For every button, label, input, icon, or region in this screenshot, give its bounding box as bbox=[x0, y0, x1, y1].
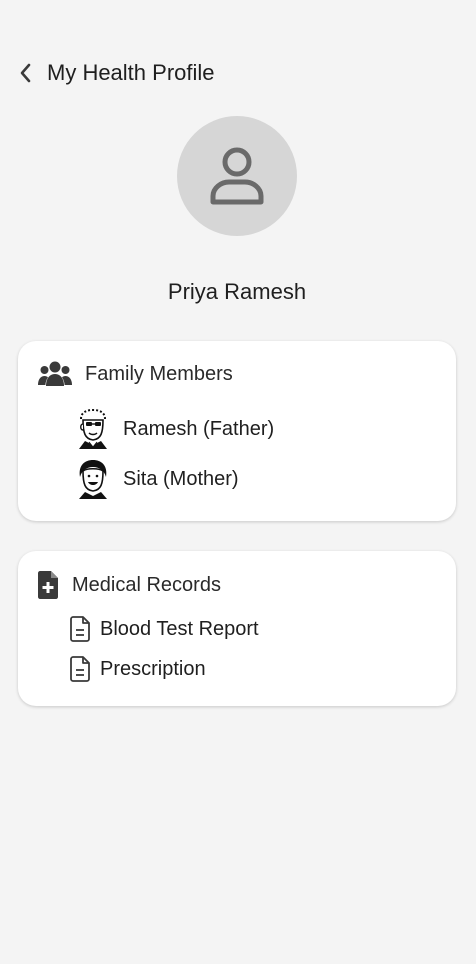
family-member-label: Sita (Mother) bbox=[123, 467, 239, 490]
family-member-mother[interactable]: Sita (Mother) bbox=[75, 459, 239, 499]
document-icon bbox=[70, 656, 90, 682]
record-label: Prescription bbox=[100, 657, 206, 680]
medical-records-title: Medical Records bbox=[72, 573, 221, 596]
record-blood-test[interactable]: Blood Test Report bbox=[70, 616, 259, 642]
user-name: Priya Ramesh bbox=[167, 279, 307, 304]
person-icon bbox=[210, 147, 264, 205]
page-title: My Health Profile bbox=[47, 60, 215, 85]
mother-avatar bbox=[79, 460, 107, 499]
family-members-card: Family Members Ramesh (Father) Sita (Mot… bbox=[18, 341, 456, 521]
app-header: My Health Profile bbox=[0, 54, 476, 92]
record-label: Blood Test Report bbox=[100, 617, 259, 640]
medical-records-card: Medical Records Blood Test Report Prescr… bbox=[18, 551, 456, 706]
chevron-left-icon bbox=[20, 63, 31, 83]
profile-avatar[interactable] bbox=[177, 116, 297, 236]
document-icon bbox=[70, 616, 90, 642]
record-prescription[interactable]: Prescription bbox=[70, 656, 206, 682]
back-button[interactable] bbox=[12, 60, 38, 86]
medical-records-header: Medical Records bbox=[38, 571, 221, 599]
family-member-label: Ramesh (Father) bbox=[123, 417, 275, 440]
users-group-icon bbox=[38, 361, 72, 386]
medical-file-icon bbox=[38, 571, 58, 599]
family-member-father[interactable]: Ramesh (Father) bbox=[75, 409, 274, 449]
family-members-header: Family Members bbox=[38, 360, 233, 388]
father-avatar bbox=[79, 409, 107, 449]
family-members-title: Family Members bbox=[85, 362, 233, 385]
